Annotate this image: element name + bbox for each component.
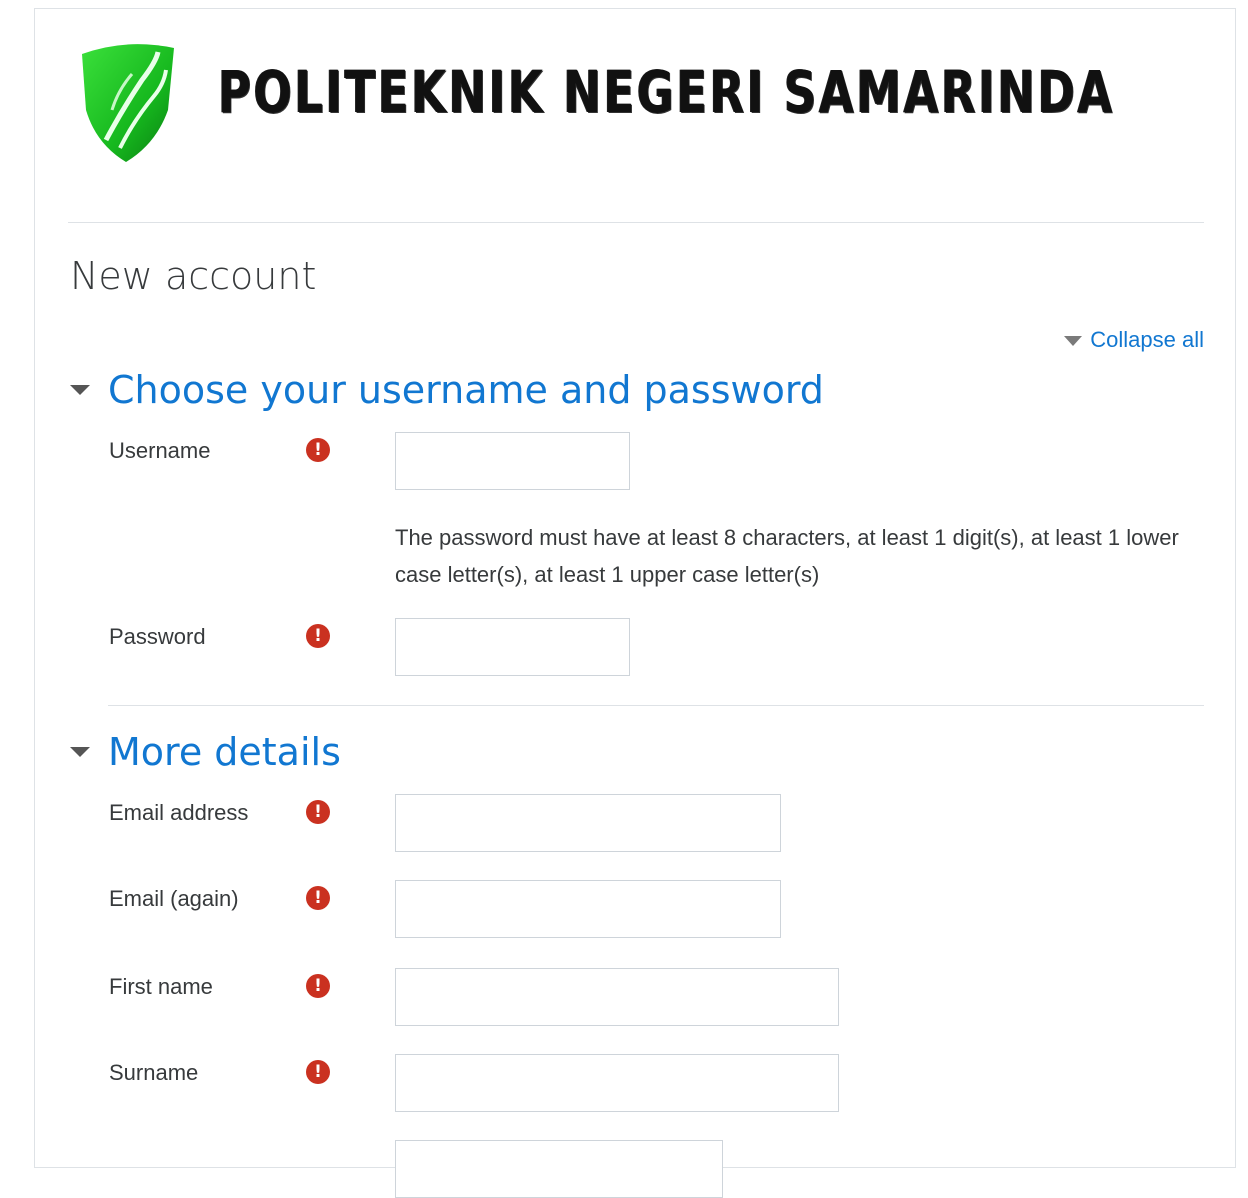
- next-field-input[interactable]: [395, 1140, 723, 1198]
- section-title: More details: [108, 730, 341, 774]
- first-name-input[interactable]: [395, 968, 839, 1026]
- exclamation-circle-icon: !: [306, 438, 330, 462]
- section-divider: [108, 705, 1204, 706]
- section-header-more-details[interactable]: More details: [70, 730, 341, 774]
- email-label: Email address: [109, 800, 249, 825]
- exclamation-circle-icon: !: [306, 800, 330, 824]
- collapse-all-link[interactable]: Collapse all: [1064, 327, 1204, 353]
- collapse-all-label: Collapse all: [1090, 327, 1204, 352]
- email-input[interactable]: [395, 794, 781, 852]
- caret-down-icon: [1064, 336, 1083, 346]
- exclamation-circle-icon: !: [306, 974, 330, 998]
- exclamation-circle-icon: !: [306, 886, 330, 910]
- email-again-input[interactable]: [395, 880, 781, 938]
- section-header-username-password[interactable]: Choose your username and password: [70, 368, 824, 412]
- username-input[interactable]: [395, 432, 630, 490]
- password-input[interactable]: [395, 618, 630, 676]
- email-again-label: Email (again): [109, 886, 239, 911]
- shield-logo-icon: [82, 44, 174, 162]
- exclamation-circle-icon: !: [306, 1060, 330, 1084]
- password-label: Password: [109, 624, 206, 649]
- caret-down-icon: [70, 385, 90, 395]
- first-name-label: First name: [109, 974, 213, 999]
- brand-text: POLITEKNIK NEGERI SAMARINDA: [218, 58, 1115, 126]
- surname-label: Surname: [109, 1060, 199, 1085]
- username-label: Username: [109, 438, 211, 463]
- exclamation-circle-icon: !: [306, 624, 330, 648]
- caret-down-icon: [70, 747, 90, 757]
- section-title: Choose your username and password: [108, 368, 824, 412]
- surname-input[interactable]: [395, 1054, 839, 1112]
- header-divider: [68, 222, 1204, 223]
- site-logo[interactable]: POLITEKNIK NEGERI SAMARINDA: [68, 36, 1204, 196]
- password-policy-text: The password must have at least 8 charac…: [395, 525, 1179, 587]
- page-title: New account: [70, 254, 317, 298]
